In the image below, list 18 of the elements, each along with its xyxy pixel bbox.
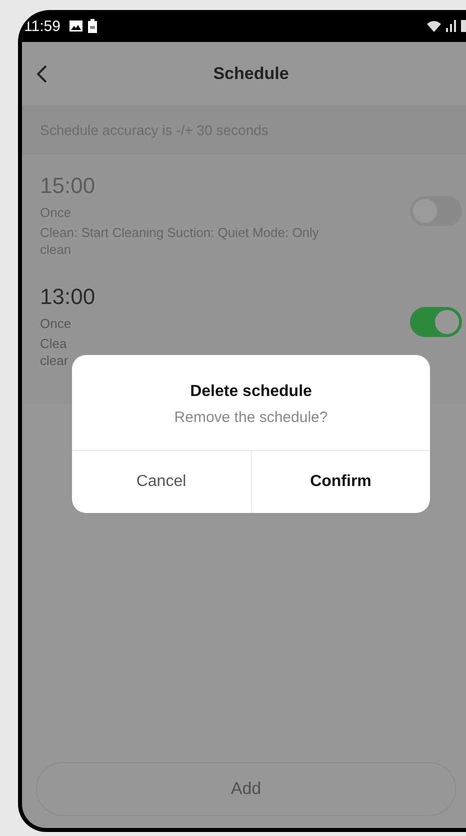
image-icon	[69, 20, 84, 32]
status-time: 11:59	[24, 18, 60, 34]
back-icon[interactable]	[36, 64, 48, 84]
dialog-message: Remove the schedule?	[174, 409, 328, 426]
wifi-icon	[427, 20, 441, 32]
schedule-time: 13:00	[40, 284, 96, 310]
repeat-label: Once	[40, 316, 72, 331]
schedule-description: clear	[40, 352, 70, 369]
toggle-switch[interactable]	[410, 306, 462, 336]
signal-icon	[446, 20, 456, 32]
dialog-title: Delete schedule	[190, 383, 312, 401]
page-title: Schedule	[213, 64, 289, 84]
cancel-button[interactable]: Cancel	[72, 451, 250, 513]
battery-icon	[88, 19, 98, 33]
schedule-time: 15:00	[40, 173, 96, 199]
confirm-button[interactable]: Confirm	[250, 451, 430, 513]
battery-icon	[461, 20, 466, 32]
schedule-description: Clea	[40, 335, 68, 352]
